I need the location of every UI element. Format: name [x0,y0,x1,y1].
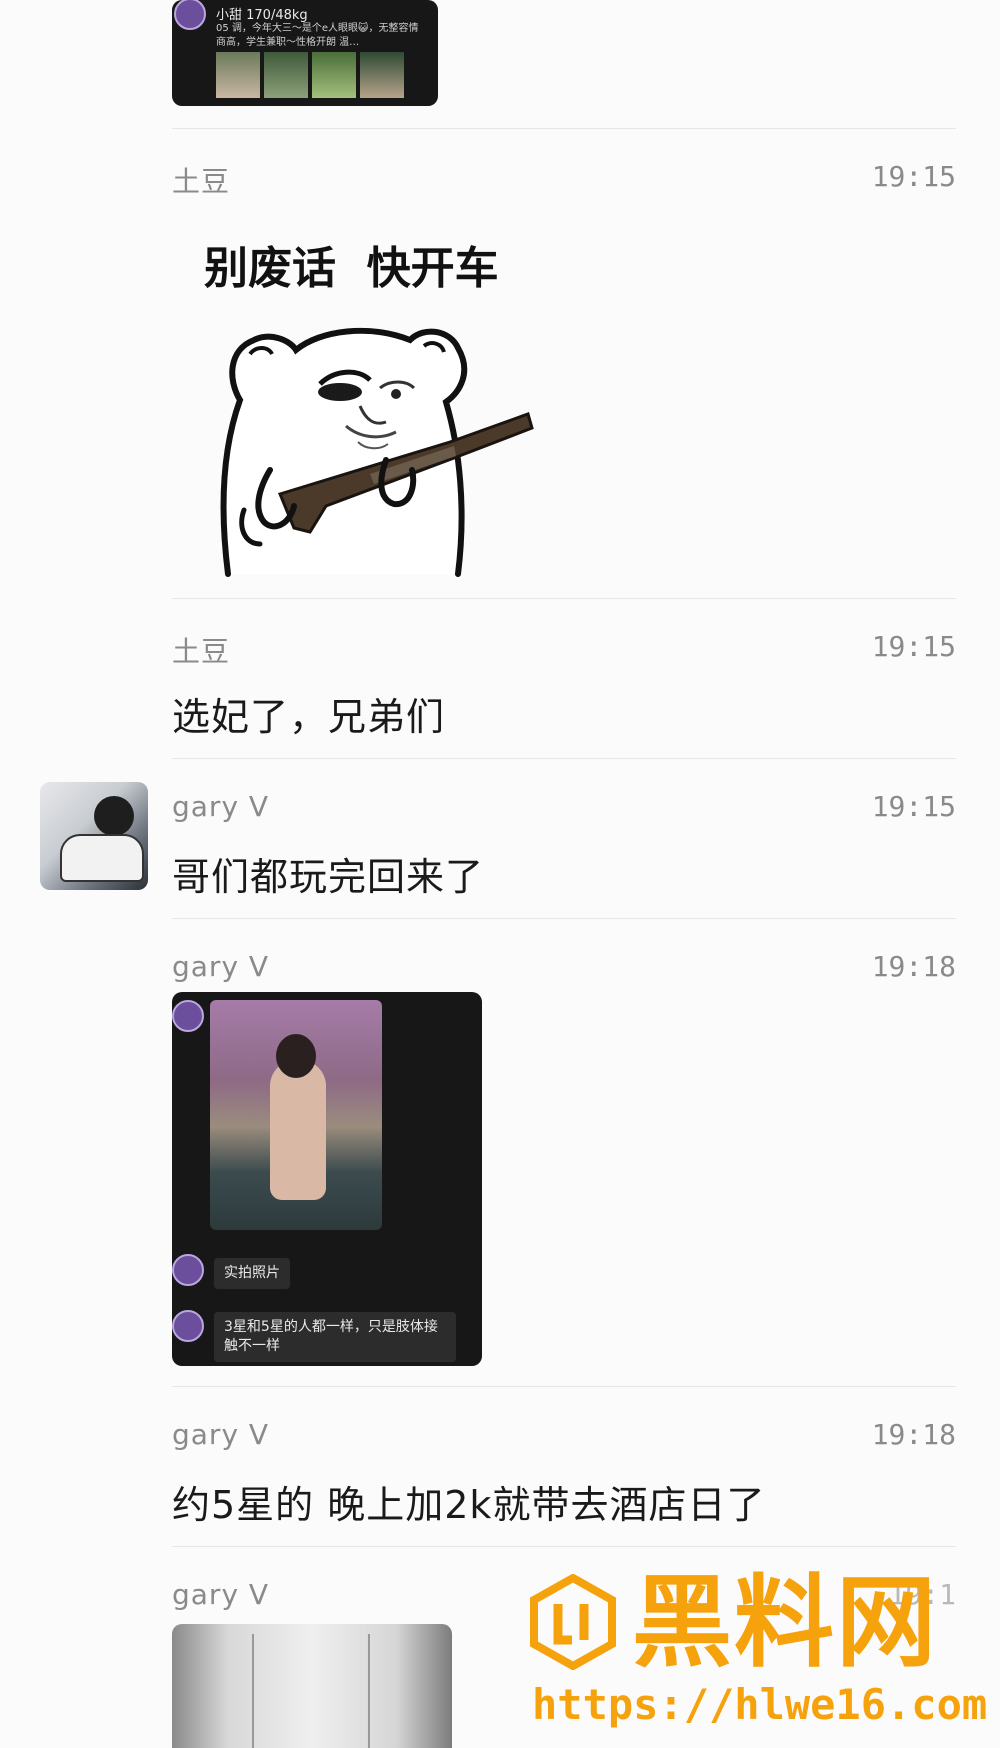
watermark-logo-icon [530,1574,616,1670]
sender-name: gary V [172,1578,270,1611]
card-photo-4 [360,52,404,98]
message-time: 19:15 [871,790,956,823]
card-photo-2 [264,52,308,98]
sender-name: 土豆 [172,165,231,198]
watermark-brand: 黑料网 [632,1564,938,1681]
message-text: 约5星的 晚上加2k就带去酒店日了 [172,1483,766,1527]
chat-avatar-icon [172,1254,204,1286]
image-door-line [252,1634,254,1748]
chat-bubble: 实拍照片 [214,1258,290,1289]
bear-with-gun-sticker-icon[interactable] [210,310,540,580]
card-photo-1 [216,52,260,98]
watermark-url: https://hlwe16.com [532,1680,988,1729]
divider [172,758,956,759]
divider [172,918,956,919]
message-time: 19:18 [871,950,956,983]
card-avatar-icon [174,0,206,30]
avatar-figure [94,796,134,836]
photo-figure [270,1060,326,1200]
chat-avatar-icon [172,1310,204,1342]
divider [172,1546,956,1547]
sender-name: gary V [172,790,270,823]
chat-bubble: 3星和5星的人都一样，只是肢体接触不一样 [214,1312,456,1362]
message-text: 哥们都玩完回来了 [172,855,485,899]
message-time: 19:15 [871,630,956,663]
chat-avatar-icon [172,1000,204,1032]
image-door-line [368,1634,370,1748]
forwarded-screenshot-card[interactable]: 实拍照片 3星和5星的人都一样，只是肢体接触不一样 [172,992,482,1366]
shared-profile-card[interactable]: 小甜 170/48kg 05 调，今年大三～是个e人眼眼😺，无整容情商高，学生兼… [172,0,438,106]
forwarded-photo[interactable] [210,1000,382,1230]
sender-name: 土豆 [172,635,231,668]
message-time: 19:18 [871,1418,956,1451]
sender-name: gary V [172,1418,270,1451]
divider [172,1386,956,1387]
sticker-caption: 别废话 快开车 [204,243,499,294]
photo-figure-head [276,1034,316,1078]
message-text: 选妃了，兄弟们 [172,695,446,739]
card-description: 05 调，今年大三～是个e人眼眼😺，无整容情商高，学生兼职～性格开朗 温… [216,23,419,48]
message-time: 19:15 [871,160,956,193]
image-attachment[interactable] [172,1624,452,1748]
card-photo-3 [312,52,356,98]
divider [172,128,956,129]
card-title: 小甜 170/48kg [216,8,308,23]
avatar[interactable] [40,782,148,890]
avatar-figure-body [60,834,144,882]
sender-name: gary V [172,950,270,983]
divider [172,598,956,599]
